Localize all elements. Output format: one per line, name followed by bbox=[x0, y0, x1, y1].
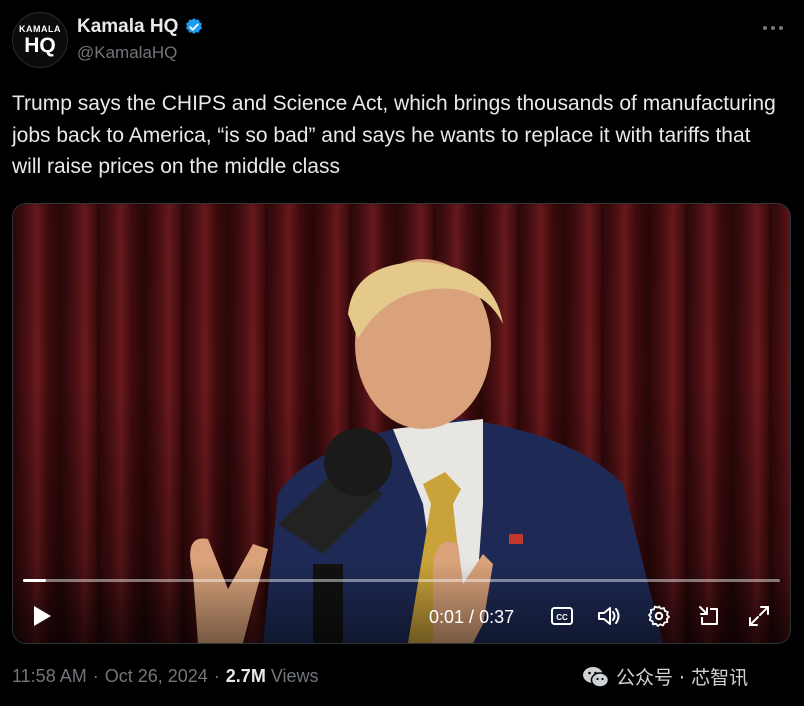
progress-bar[interactable] bbox=[23, 579, 780, 582]
video-controls: 0:01 / 0:37 CC bbox=[13, 563, 790, 643]
name-row: Kamala HQ bbox=[77, 16, 204, 38]
tweet-header: KAMALA HQ Kamala HQ @KamalaHQ bbox=[12, 10, 792, 70]
settings-icon[interactable] bbox=[645, 603, 673, 629]
pop-out-icon[interactable] bbox=[695, 603, 723, 629]
separator-dot: · bbox=[213, 666, 220, 686]
more-options-icon[interactable] bbox=[758, 18, 788, 38]
captions-icon[interactable]: CC bbox=[548, 603, 576, 629]
views-count[interactable]: 2.7M bbox=[226, 666, 266, 687]
current-time: 0:01 bbox=[429, 607, 465, 627]
wechat-icon bbox=[583, 666, 610, 688]
avatar-text-bottom: HQ bbox=[24, 33, 56, 57]
views-label: Views bbox=[270, 666, 319, 686]
avatar-text-top: KAMALA bbox=[19, 23, 61, 34]
time-separator: / bbox=[469, 607, 475, 627]
play-icon[interactable] bbox=[29, 603, 55, 629]
fullscreen-icon[interactable] bbox=[745, 603, 773, 629]
avatar[interactable]: KAMALA HQ bbox=[12, 12, 68, 68]
tweet-footer: 11:58 AM · Oct 26, 2024 · 2.7M Views bbox=[12, 666, 319, 687]
verified-badge-icon bbox=[186, 18, 203, 34]
display-name[interactable]: Kamala HQ bbox=[77, 16, 178, 38]
post-date[interactable]: Oct 26, 2024 bbox=[105, 666, 208, 687]
video-player[interactable]: 0:01 / 0:37 CC bbox=[12, 203, 791, 644]
tweet-text: Trump says the CHIPS and Science Act, wh… bbox=[12, 92, 776, 178]
progress-fill bbox=[23, 579, 46, 582]
volume-icon[interactable] bbox=[595, 603, 623, 629]
video-time: 0:01 / 0:37 bbox=[429, 607, 514, 628]
handle[interactable]: @KamalaHQ bbox=[77, 43, 177, 63]
watermark-text: 公众号 · 芯智讯 bbox=[616, 667, 749, 689]
watermark: 公众号 · 芯智讯 bbox=[582, 663, 748, 690]
duration: 0:37 bbox=[479, 607, 515, 627]
post-time[interactable]: 11:58 AM bbox=[12, 666, 87, 687]
separator-dot: · bbox=[92, 666, 99, 686]
svg-text:CC: CC bbox=[556, 613, 568, 622]
